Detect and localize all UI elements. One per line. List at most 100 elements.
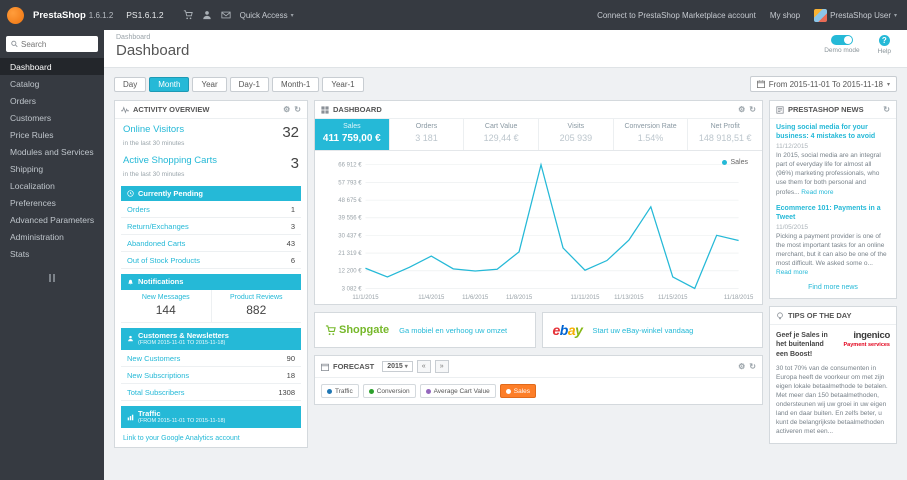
- svg-text:39 556 €: 39 556 €: [338, 216, 362, 222]
- sidebar-item-stats[interactable]: Stats: [0, 245, 104, 262]
- gear-icon[interactable]: ⚙: [283, 105, 290, 114]
- filter-day-1-button[interactable]: Day-1: [229, 76, 269, 92]
- sidebar-item-administration[interactable]: Administration: [0, 228, 104, 245]
- svg-text:66 912 €: 66 912 €: [338, 163, 362, 169]
- svg-text:57 793 €: 57 793 €: [338, 180, 362, 186]
- svg-text:11/8/2015: 11/8/2015: [506, 295, 533, 301]
- gear-icon[interactable]: ⚙: [738, 105, 745, 114]
- kpi-cart-value[interactable]: Cart Value 129,44 €: [464, 119, 540, 150]
- demo-mode-control: Demo mode: [824, 35, 860, 55]
- shop-name: PS1.6.1.2: [126, 10, 164, 20]
- svg-text:30 437 €: 30 437 €: [338, 233, 362, 239]
- shopgate-link[interactable]: Ga mobiel en verhoog uw omzet: [399, 326, 507, 335]
- find-more-news-link[interactable]: Find more news: [770, 280, 896, 298]
- search-input[interactable]: [21, 39, 93, 49]
- center-column: DASHBOARD ⚙ ↻ Sales 411 759,00 € Orders …: [314, 100, 763, 412]
- tips-headline: Geef je Sales in het buitenland een Boos…: [776, 332, 828, 358]
- shopgate-banner[interactable]: Shopgate Ga mobiel en verhoog uw omzet: [314, 312, 536, 348]
- customers-row-total-subscribers[interactable]: Total Subscribers 1308: [121, 384, 301, 401]
- activity-overview-panel: ACTIVITY OVERVIEW ⚙ ↻ Online Visitors 32…: [114, 100, 308, 449]
- sidebar-item-customers[interactable]: Customers: [0, 109, 104, 126]
- left-column: ACTIVITY OVERVIEW ⚙ ↻ Online Visitors 32…: [114, 100, 308, 455]
- refresh-icon[interactable]: ↻: [749, 105, 756, 114]
- kpi-conversion-rate[interactable]: Conversion Rate 1.54%: [614, 119, 689, 150]
- refresh-icon[interactable]: ↻: [294, 105, 301, 114]
- svg-text:11/15/2015: 11/15/2015: [658, 295, 688, 301]
- svg-text:21 319 €: 21 319 €: [338, 251, 362, 257]
- active-carts-label[interactable]: Active Shopping Carts: [123, 155, 217, 166]
- pending-row-orders[interactable]: Orders 1: [121, 201, 301, 219]
- user-menu[interactable]: PrestaShop User ▾: [814, 8, 897, 22]
- forecast-chip-average-cart-value[interactable]: Average Cart Value: [419, 384, 496, 398]
- read-more-link[interactable]: Read more: [801, 189, 833, 196]
- kpi-row: Sales 411 759,00 € Orders 3 181 Cart Val…: [315, 119, 762, 151]
- sidebar-item-advanced-parameters[interactable]: Advanced Parameters: [0, 211, 104, 228]
- customers-row-new-customers[interactable]: New Customers 90: [121, 350, 301, 367]
- forecast-chip-conversion[interactable]: Conversion: [362, 384, 416, 398]
- calendar-icon: [756, 80, 765, 88]
- sidebar-item-modules[interactable]: Modules and Services: [0, 143, 104, 160]
- sidebar-item-orders[interactable]: Orders: [0, 92, 104, 109]
- forecast-chip-sales[interactable]: Sales: [499, 384, 536, 398]
- orders-cart-icon[interactable]: [183, 10, 193, 20]
- messages-icon[interactable]: [221, 10, 231, 20]
- header-tools: Demo mode ? Help: [824, 35, 891, 55]
- module-banners: Shopgate Ga mobiel en verhoog uw omzet e…: [314, 312, 763, 348]
- sidebar-item-dashboard[interactable]: Dashboard: [0, 58, 104, 75]
- read-more-link[interactable]: Read more: [776, 269, 808, 276]
- filter-day-button[interactable]: Day: [114, 76, 147, 92]
- customers-icon[interactable]: [202, 10, 212, 20]
- filter-year-1-button[interactable]: Year-1: [322, 76, 364, 92]
- ebay-link[interactable]: Start uw eBay-winkel vandaag: [592, 326, 693, 335]
- kpi-orders[interactable]: Orders 3 181: [390, 119, 465, 150]
- prestashop-logo[interactable]: [7, 6, 24, 24]
- forecast-year-select[interactable]: 2015 ▾: [382, 361, 413, 372]
- kpi-visits[interactable]: Visits 205 939: [539, 119, 614, 150]
- dashboard-panel-header: DASHBOARD ⚙ ↻: [315, 101, 762, 119]
- filter-month-1-button[interactable]: Month-1: [271, 76, 320, 92]
- marketplace-connect-link[interactable]: Connect to PrestaShop Marketplace accoun…: [597, 11, 756, 20]
- sidebar-item-preferences[interactable]: Preferences: [0, 194, 104, 211]
- active-carts-value: 3: [290, 155, 299, 172]
- date-filter-bar: Day Month Year Day-1 Month-1 Year-1 From…: [104, 68, 907, 100]
- news-article-link[interactable]: Ecommerce 101: Payments in a Tweet: [776, 204, 890, 222]
- quick-access-menu[interactable]: Quick Access ▾: [240, 11, 294, 20]
- collapse-menu-button[interactable]: [0, 274, 104, 282]
- my-shop-link[interactable]: My shop: [770, 11, 800, 20]
- calendar-icon: [321, 363, 329, 371]
- online-visitors-label[interactable]: Online Visitors: [123, 124, 184, 135]
- google-analytics-link[interactable]: Link to your Google Analytics account: [123, 435, 240, 442]
- forecast-chip-traffic[interactable]: Traffic: [321, 384, 359, 398]
- legend-dot: [722, 160, 728, 165]
- topbar-right: Connect to PrestaShop Marketplace accoun…: [597, 8, 897, 22]
- refresh-icon[interactable]: ↻: [883, 105, 890, 114]
- topbar-notification-icons: [183, 10, 231, 20]
- pending-row-returns[interactable]: Return/Exchanges 3: [121, 218, 301, 236]
- sidebar-item-catalog[interactable]: Catalog: [0, 75, 104, 92]
- sidebar-item-price-rules[interactable]: Price Rules: [0, 126, 104, 143]
- kpi-sales[interactable]: Sales 411 759,00 €: [315, 119, 390, 150]
- svg-text:11/18/2015: 11/18/2015: [724, 295, 754, 301]
- pending-row-abandoned-carts[interactable]: Abandoned Carts 43: [121, 235, 301, 253]
- breadcrumb: Dashboard: [116, 34, 151, 41]
- refresh-icon[interactable]: ↻: [749, 362, 756, 371]
- product-reviews-cell[interactable]: Product Reviews 882: [210, 289, 302, 322]
- pending-row-out-of-stock[interactable]: Out of Stock Products 6: [121, 252, 301, 270]
- sidebar-item-shipping[interactable]: Shipping: [0, 160, 104, 177]
- sidebar-search: [6, 36, 98, 52]
- help-icon[interactable]: ?: [878, 35, 890, 46]
- demo-mode-toggle[interactable]: [830, 35, 853, 45]
- news-article-link[interactable]: Using social media for your business: 4 …: [776, 123, 890, 141]
- filter-year-button[interactable]: Year: [192, 76, 227, 92]
- new-messages-cell[interactable]: New Messages 144: [121, 290, 211, 322]
- date-range-picker[interactable]: From 2015-11-01 To 2015-11-18 ▾: [749, 76, 897, 92]
- next-year-button[interactable]: »: [434, 360, 449, 373]
- sidebar-item-localization[interactable]: Localization: [0, 177, 104, 194]
- ebay-banner[interactable]: ebay Start uw eBay-winkel vandaag: [541, 312, 763, 348]
- kpi-net-profit[interactable]: Net Profit 148 918,51 €: [688, 119, 762, 150]
- gear-icon[interactable]: ⚙: [738, 362, 745, 371]
- customers-row-new-subscriptions[interactable]: New Subscriptions 18: [121, 367, 301, 384]
- help-control: ? Help: [878, 35, 891, 55]
- previous-year-button[interactable]: «: [416, 360, 431, 373]
- filter-month-button[interactable]: Month: [149, 76, 190, 92]
